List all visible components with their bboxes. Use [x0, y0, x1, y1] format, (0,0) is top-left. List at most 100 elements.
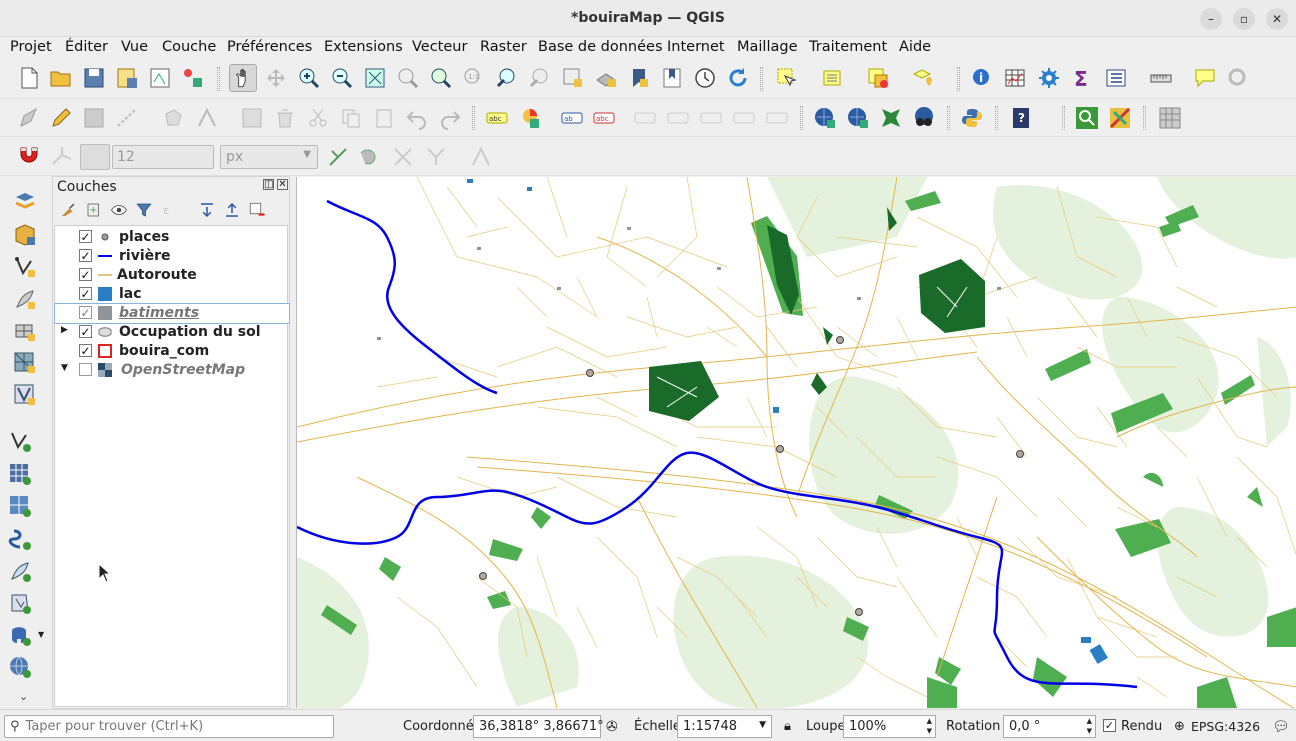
menu-maillage[interactable]: Maillage — [737, 39, 798, 55]
add-postgis-icon[interactable] — [8, 559, 32, 583]
crs-button[interactable]: EPSG:4326 — [1191, 719, 1260, 734]
copy-features-icon[interactable] — [339, 106, 363, 130]
add-raster-layer-icon[interactable] — [13, 319, 37, 343]
menu-editer[interactable]: Éditer — [65, 39, 108, 55]
snap-tolerance-spinbox[interactable]: 12 — [112, 145, 214, 169]
python-console-icon[interactable] — [960, 106, 984, 130]
open-project-icon[interactable] — [49, 66, 73, 90]
new-geopackage-icon[interactable] — [13, 223, 37, 247]
style-manager-icon[interactable] — [181, 66, 205, 90]
snap-self-icon[interactable] — [391, 145, 415, 169]
change-label-icon[interactable] — [699, 106, 723, 130]
layer-row-batiments[interactable]: ✓ batiments — [54, 303, 290, 324]
layer-list-icon[interactable] — [1104, 66, 1128, 90]
more-tools-chevron-icon[interactable]: ⌄ — [19, 690, 28, 703]
open-layer-styling-icon[interactable] — [59, 201, 77, 219]
paste-features-icon[interactable] — [372, 106, 396, 130]
zoom-next-icon[interactable] — [528, 66, 552, 90]
chevron-down-icon[interactable]: ▼ — [38, 630, 44, 639]
new-project-icon[interactable] — [17, 66, 41, 90]
add-virtual-layer-icon[interactable] — [13, 383, 37, 407]
magnifier-spinbox[interactable]: 100% ▲ ▼ — [843, 715, 936, 738]
coordinate-field[interactable]: 36,3818° 3,86671° — [473, 715, 604, 738]
snap-unit-select[interactable]: px ▼ — [220, 145, 318, 169]
pan-hand-icon[interactable] — [229, 64, 257, 92]
expand-arrow-icon[interactable]: ▶ — [61, 325, 68, 335]
plugin-tool-icon[interactable] — [1108, 106, 1132, 130]
save-edits-icon[interactable] — [82, 106, 106, 130]
add-elephant-db-icon[interactable] — [8, 623, 32, 647]
close-panel-icon[interactable]: ✕ — [277, 179, 288, 190]
menu-projet[interactable]: Projet — [10, 39, 52, 55]
redo-icon[interactable] — [438, 106, 462, 130]
zoom-full-icon[interactable] — [363, 66, 387, 90]
vertex-tool-icon[interactable] — [195, 106, 219, 130]
float-panel-icon[interactable]: ◫ — [263, 179, 274, 190]
scale-combo[interactable]: 1:15748 ▼ — [677, 715, 772, 738]
measure-ruler-icon[interactable] — [1149, 66, 1173, 90]
data-source-manager-icon[interactable] — [13, 191, 37, 215]
menu-aide[interactable]: Aide — [899, 39, 931, 55]
cut-features-icon[interactable] — [306, 106, 330, 130]
layer-checkbox[interactable]: ✓ — [79, 306, 92, 319]
digitize-line-icon[interactable] — [115, 106, 139, 130]
toggle-editing-pencil-icon[interactable] — [49, 106, 73, 130]
layer-row-bouira-com[interactable]: ✓ bouira_com — [55, 342, 289, 361]
settings-gear-icon[interactable] — [1037, 66, 1061, 90]
zoom-layer-icon[interactable] — [429, 66, 453, 90]
layer-checkbox[interactable] — [79, 363, 92, 376]
help-book-icon[interactable]: ? — [1009, 106, 1033, 130]
minimize-button[interactable]: – — [1200, 8, 1222, 30]
move-label-icon[interactable] — [633, 106, 657, 130]
zoom-last-icon[interactable] — [495, 66, 519, 90]
decoration-gear-icon[interactable] — [1226, 66, 1250, 90]
label-tool-icon[interactable]: abc — [485, 106, 509, 130]
snap-mode-button[interactable] — [80, 144, 110, 170]
pin-label-icon[interactable]: ab — [560, 106, 584, 130]
identify-features-icon[interactable]: i — [970, 66, 994, 90]
select-location-icon[interactable] — [911, 66, 935, 90]
add-web-globe-icon[interactable] — [8, 655, 32, 679]
callout-icon[interactable] — [765, 106, 789, 130]
manage-visibility-eye-icon[interactable] — [110, 201, 128, 219]
add-delimited-text-icon[interactable] — [13, 287, 37, 311]
diagram-tool-icon[interactable] — [518, 106, 542, 130]
menu-couche[interactable]: Couche — [162, 39, 216, 55]
add-xyz-icon[interactable] — [8, 494, 32, 518]
modify-attributes-icon[interactable] — [240, 106, 264, 130]
select-by-value-icon[interactable] — [820, 66, 844, 90]
temporal-controller-icon[interactable] — [693, 66, 717, 90]
add-arcgis-icon[interactable] — [8, 527, 32, 551]
layer-checkbox[interactable]: ✓ — [79, 249, 92, 262]
magnet-snapping-icon[interactable] — [17, 144, 41, 168]
statistics-sigma-icon[interactable]: Σ — [1070, 66, 1094, 90]
zoom-in-icon[interactable] — [297, 66, 321, 90]
layer-row-riviere[interactable]: ✓ rivière — [55, 247, 289, 266]
menu-raster[interactable]: Raster — [480, 39, 527, 55]
menu-traitement[interactable]: Traitement — [809, 39, 887, 55]
layer-row-openstreetmap[interactable]: ▼ OpenStreetMap — [55, 361, 289, 380]
add-polygon-icon[interactable] — [162, 106, 186, 130]
snap-intersection-icon[interactable] — [357, 145, 381, 169]
add-spatialite-icon[interactable] — [8, 429, 32, 453]
menu-preferences[interactable]: Préférences — [227, 39, 312, 55]
rotate-label-icon[interactable] — [666, 106, 690, 130]
messages-icon[interactable]: 💬︎ — [1272, 719, 1290, 735]
locator-search-icon[interactable] — [1075, 106, 1099, 130]
expand-all-icon[interactable] — [198, 201, 216, 219]
add-wms-layer-icon[interactable] — [813, 106, 837, 130]
collapse-all-icon[interactable] — [223, 201, 241, 219]
add-vector-layer-icon[interactable] — [13, 255, 37, 279]
zoom-selection-icon[interactable] — [396, 66, 420, 90]
show-hide-labels-icon[interactable]: abc — [592, 106, 616, 130]
lock-icon[interactable]: 🔒︎ — [784, 719, 791, 734]
menu-internet[interactable]: Internet — [667, 39, 725, 55]
river-north[interactable] — [326, 199, 498, 395]
remove-layer-icon[interactable] — [248, 201, 266, 219]
zoom-native-icon[interactable]: 1:1 — [462, 66, 486, 90]
save-as-icon[interactable] — [115, 66, 139, 90]
delete-selected-icon[interactable] — [273, 106, 297, 130]
topological-editing-icon[interactable] — [326, 145, 350, 169]
layer-checkbox[interactable]: ✓ — [79, 344, 92, 357]
deselect-all-icon[interactable] — [866, 66, 890, 90]
